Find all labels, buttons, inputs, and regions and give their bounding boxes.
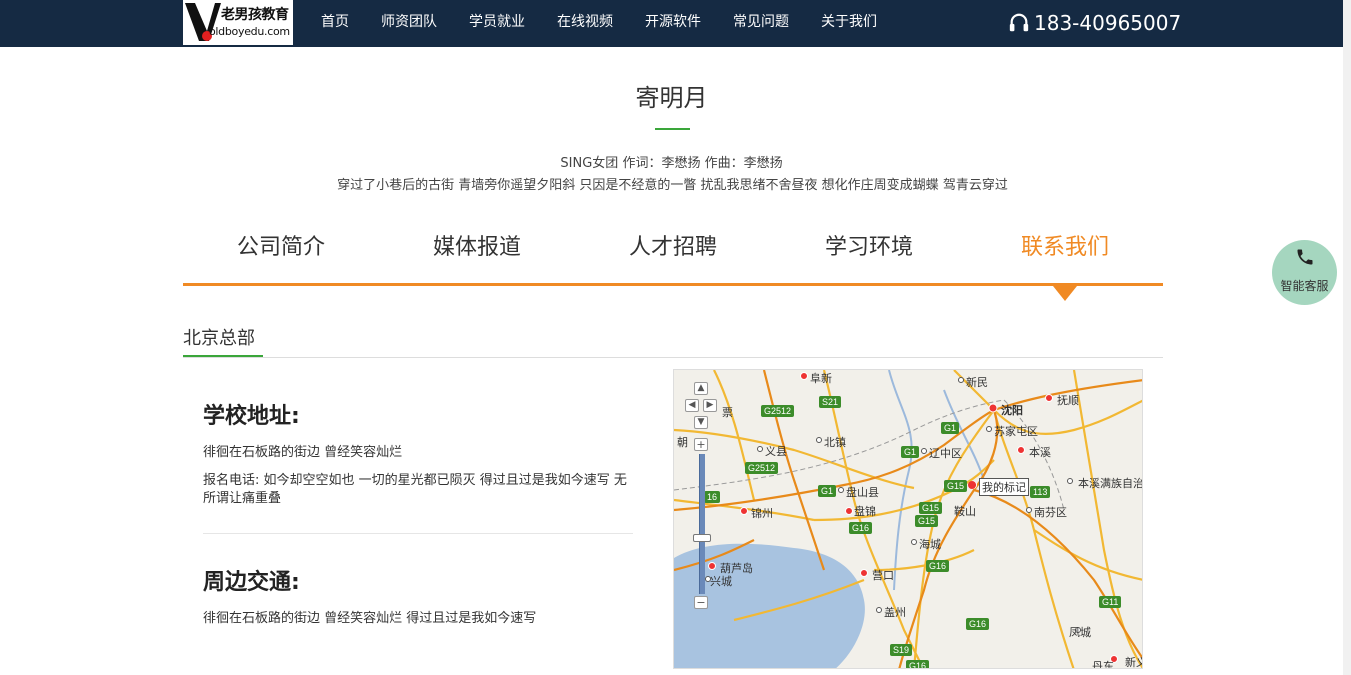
road-badge: G1 [941, 422, 960, 434]
map-marker-label[interactable]: 我的标记 [979, 478, 1029, 496]
road-badge: G1 [901, 446, 920, 458]
site-logo[interactable]: 老男孩教育 oldboyedu.com [183, 0, 293, 45]
map-label: 辽中区 [929, 447, 962, 460]
scrollbar[interactable] [1343, 0, 1351, 675]
road-badge: 113 [1030, 486, 1051, 498]
nav-home[interactable]: 首页 [305, 0, 365, 47]
road-badge: G16 [966, 618, 990, 630]
title-underline [655, 128, 690, 130]
map-label: 义县 [765, 445, 787, 458]
tab-underline [183, 283, 1163, 286]
road-badge: G16 [849, 522, 873, 534]
main-nav: 首页 师资团队 学员就业 在线视频 开源软件 常见问题 关于我们 [305, 0, 893, 47]
pan-left-icon[interactable]: ◀ [685, 399, 699, 412]
signup-phone-line: 报名电话: 如今却空空如也 一切的星光都已陨灭 得过且过是我如今速写 无所谓让痛… [203, 473, 627, 506]
tab-media-reports[interactable]: 媒体报道 [379, 228, 575, 284]
map-label: 丹东 [1092, 660, 1114, 669]
tab-contact-us[interactable]: 联系我们 [967, 228, 1163, 284]
active-tab-arrow-icon [1053, 286, 1077, 301]
location-map[interactable]: 阜新 新民 沈阳 抚顺 苏家屯区 本溪 辽中区 义县 北镇 盘山县 盘锦 鞍山 … [673, 369, 1143, 669]
section-title: 北京总部 [183, 328, 255, 349]
road-badge: S21 [819, 396, 842, 408]
road-badge: G15 [944, 480, 968, 492]
map-label: 本溪满族自治 [1078, 477, 1143, 490]
map-label: 盘山县 [846, 486, 879, 499]
logo-url: oldboyedu.com [209, 25, 290, 38]
road-badge: G16 [906, 660, 930, 668]
address-block: 学校地址: 徘徊在石板路的街边 曾经笑容灿烂 报名电话: 如今却空空如也 一切的… [203, 398, 633, 518]
nav-teachers[interactable]: 师资团队 [365, 0, 453, 47]
tab-company-intro[interactable]: 公司简介 [183, 228, 379, 284]
nav-videos[interactable]: 在线视频 [541, 0, 629, 47]
traffic-heading: 周边交通: [203, 570, 300, 595]
section-divider [183, 357, 1163, 358]
address-line: 徘徊在石板路的街边 曾经笑容灿烂 [203, 445, 403, 460]
zoom-handle[interactable] [693, 534, 711, 542]
about-tabs: 公司简介 媒体报道 人才招聘 学习环境 联系我们 [183, 228, 1163, 284]
map-label: 抚顺 [1057, 394, 1079, 407]
traffic-block: 周边交通: 徘徊在石板路的街边 曾经笑容灿烂 得过且过是我如今速写 [203, 564, 633, 628]
road-badge: G16 [926, 560, 950, 572]
map-label: 营口 [872, 569, 894, 582]
phone-text: 183-40965007 [1034, 11, 1182, 35]
road-badge: G15 [919, 502, 943, 514]
map-nav-control: ▲ ◀ ▶ ▼ + − [685, 382, 717, 612]
tab-learning-environment[interactable]: 学习环境 [771, 228, 967, 284]
road-badge: G1 [818, 485, 837, 497]
pan-right-icon[interactable]: ▶ [703, 399, 717, 412]
zoom-slider[interactable] [699, 454, 705, 594]
info-divider [203, 533, 633, 534]
phone-number: 183-40965007 [1008, 9, 1181, 37]
page-title: 寄明月 [635, 84, 708, 112]
pan-up-icon[interactable]: ▲ [694, 382, 708, 395]
map-label: 南芬区 [1034, 506, 1067, 519]
map-label: 盘锦 [854, 505, 876, 518]
road-badge: G15 [915, 515, 939, 527]
map-label: 北镇 [824, 436, 846, 449]
map-label: 苏家屯区 [994, 425, 1038, 438]
phone-icon [1297, 249, 1313, 265]
map-label: 盖州 [884, 606, 906, 619]
traffic-line: 徘徊在石板路的街边 曾经笑容灿烂 得过且过是我如今速写 [203, 611, 537, 626]
map-label: 阜新 [810, 372, 832, 385]
map-label: 凤城 [1069, 626, 1091, 639]
page-subtitle: SING女团 作词：李懋扬 作曲：李懋扬 [560, 156, 783, 171]
smart-service-button[interactable]: 智能客服 [1272, 240, 1337, 305]
road-badge: G2512 [761, 405, 795, 417]
road-badge: S19 [890, 644, 913, 656]
logo-text: 老男孩教育 [221, 7, 289, 23]
map-label: 鞍山 [954, 505, 976, 518]
nav-about[interactable]: 关于我们 [805, 0, 893, 47]
nav-open-source[interactable]: 开源软件 [629, 0, 717, 47]
map-label: 新民 [966, 376, 988, 389]
map-label: 本溪 [1029, 446, 1051, 459]
map-label: 新义 [1125, 656, 1142, 669]
road-badge: G11 [1099, 596, 1122, 608]
nav-faq[interactable]: 常见问题 [717, 0, 805, 47]
zoom-out-icon[interactable]: − [694, 596, 708, 609]
page-description: 穿过了小巷后的古街 青墙旁你遥望夕阳斜 只因是不经意的一瞥 扰乱我思绪不舍昼夜 … [337, 178, 1008, 193]
map-label: 锦州 [751, 507, 773, 520]
nav-employment[interactable]: 学员就业 [453, 0, 541, 47]
tab-recruitment[interactable]: 人才招聘 [575, 228, 771, 284]
pan-down-icon[interactable]: ▼ [694, 416, 708, 429]
zoom-in-icon[interactable]: + [694, 438, 708, 451]
address-heading: 学校地址: [203, 404, 300, 429]
headphones-icon [1009, 13, 1029, 32]
map-label: 海城 [919, 538, 941, 551]
smart-service-label: 智能客服 [1280, 279, 1329, 293]
map-label: 沈阳 [1001, 404, 1023, 417]
top-navbar: 老男孩教育 oldboyedu.com 首页 师资团队 学员就业 在线视频 开源… [0, 0, 1343, 47]
road-badge: G2512 [745, 462, 779, 474]
map-label: 票 [722, 406, 733, 419]
